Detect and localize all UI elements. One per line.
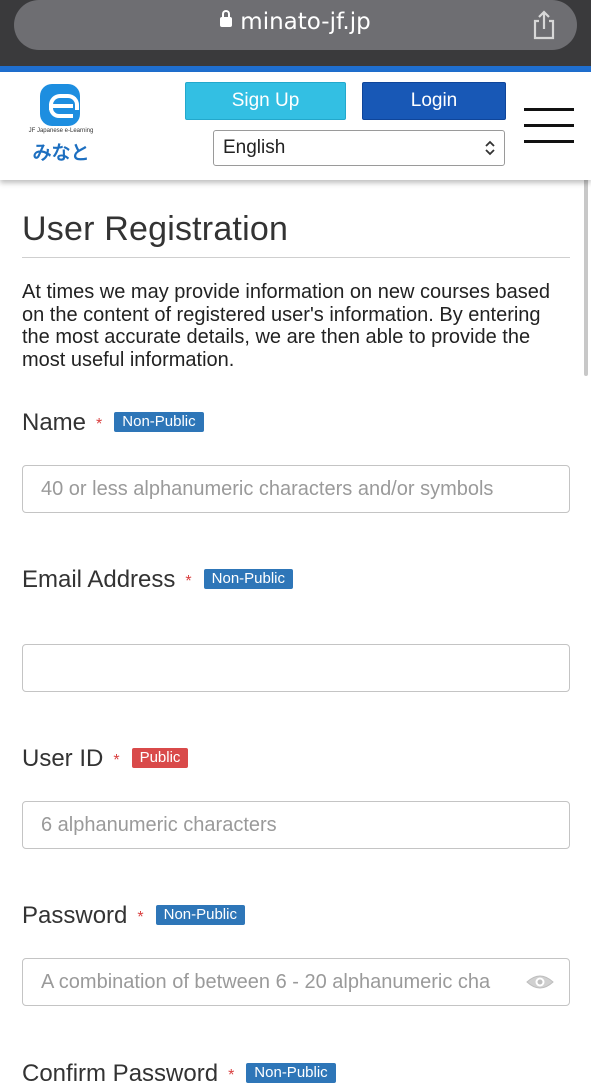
public-badge: Public	[131, 748, 189, 768]
non-public-badge: Non-Public	[203, 569, 294, 589]
logo-japanese-text: みなと	[32, 143, 90, 164]
password-label: Password	[22, 902, 128, 929]
password-input[interactable]: A combination of between 6 - 20 alphanum…	[22, 958, 570, 1006]
title-divider	[22, 257, 570, 258]
required-mark: *	[137, 909, 144, 926]
name-placeholder: 40 or less alphanumeric characters and/o…	[41, 478, 494, 500]
eye-icon[interactable]	[525, 972, 555, 992]
required-mark: *	[185, 573, 192, 590]
confirm-password-label: Confirm Password	[22, 1060, 219, 1084]
language-selected-value: English	[223, 137, 286, 158]
site-header: JF Japanese e-Learning みなと Sign Up Login…	[0, 72, 591, 180]
hamburger-menu-icon[interactable]	[524, 108, 574, 144]
user-id-label-row: User ID * Public	[22, 745, 189, 773]
lock-icon	[220, 10, 233, 27]
required-mark: *	[113, 752, 120, 769]
confirm-password-label-row: Confirm Password * Non-Public	[22, 1060, 336, 1084]
non-public-badge: Non-Public	[114, 412, 204, 432]
intro-text: At times we may provide information on n…	[22, 281, 551, 371]
non-public-badge: Non-Public	[246, 1063, 336, 1083]
password-placeholder: A combination of between 6 - 20 alphanum…	[41, 971, 491, 993]
logo-subtitle: JF Japanese e-Learning	[28, 128, 94, 134]
logo-e-icon	[40, 84, 80, 126]
language-select[interactable]: English	[213, 130, 505, 166]
chevron-up-down-icon	[485, 140, 495, 156]
user-id-placeholder: 6 alphanumeric characters	[41, 814, 277, 836]
browser-toolbar: minato-jf.jp	[0, 0, 591, 66]
required-mark: *	[96, 416, 103, 433]
non-public-badge: Non-Public	[155, 905, 245, 925]
share-icon[interactable]	[531, 10, 557, 40]
address-bar[interactable]: minato-jf.jp	[14, 0, 577, 50]
user-id-input[interactable]: 6 alphanumeric characters	[22, 801, 570, 849]
site-logo[interactable]: JF Japanese e-Learning みなと	[18, 82, 104, 164]
page-title: User Registration	[22, 210, 289, 248]
name-label: Name	[22, 409, 87, 436]
name-input[interactable]: 40 or less alphanumeric characters and/o…	[22, 465, 570, 513]
url-text: minato-jf.jp	[240, 9, 371, 35]
sign-up-button[interactable]: Sign Up	[185, 82, 346, 120]
email-input[interactable]	[22, 644, 570, 692]
login-button[interactable]: Login	[362, 82, 506, 120]
email-label-row: Email Address * Non-Public	[22, 566, 294, 594]
name-label-row: Name * Non-Public	[22, 409, 204, 437]
password-label-row: Password * Non-Public	[22, 902, 245, 930]
required-mark: *	[228, 1067, 235, 1084]
user-id-label: User ID	[22, 745, 104, 772]
email-label: Email Address	[22, 566, 176, 593]
